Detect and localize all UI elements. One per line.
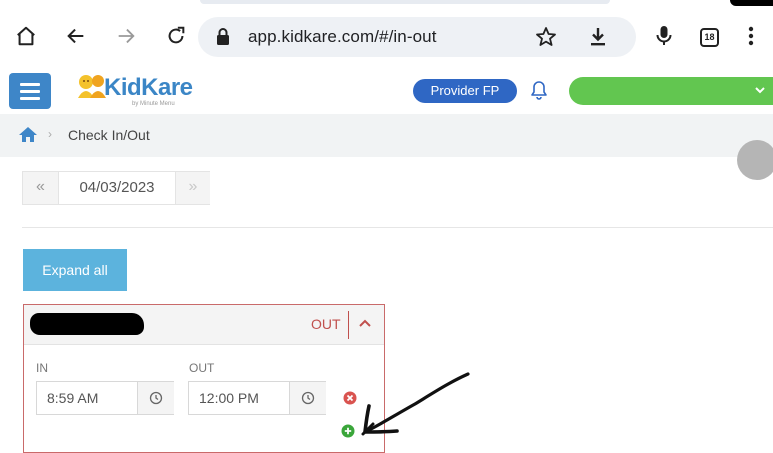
date-field[interactable]: 04/03/2023: [59, 172, 175, 204]
logo-subtext: by Minute Menu: [132, 101, 175, 107]
clock-icon[interactable]: [289, 382, 326, 414]
status-badge: OUT: [311, 316, 341, 332]
mic-icon[interactable]: [646, 18, 682, 54]
status-corner: [730, 0, 773, 6]
chevron-down-icon: [753, 83, 767, 102]
home-icon[interactable]: [18, 126, 38, 148]
logo-wordmark: KidKare: [104, 74, 193, 101]
child-checkin-card: OUT IN 8:59 AM OUT 12:00 PM: [23, 304, 385, 453]
provider-button[interactable]: Provider FP: [413, 79, 517, 103]
out-time-field[interactable]: 12:00 PM: [188, 381, 326, 415]
kidkare-logo[interactable]: KidKare by Minute Menu: [74, 70, 214, 112]
lock-icon: [216, 28, 230, 51]
menu-dots-icon[interactable]: [733, 18, 769, 54]
tab-switcher-button[interactable]: 18: [700, 28, 719, 47]
app-header: KidKare by Minute Menu Provider FP: [0, 70, 773, 114]
home-icon[interactable]: [8, 18, 44, 54]
bell-icon[interactable]: [530, 80, 548, 105]
redacted-child-name: [30, 313, 144, 335]
expand-all-button[interactable]: Expand all: [23, 249, 127, 291]
clock-icon[interactable]: [137, 382, 174, 414]
date-navigator: « 04/03/2023 »: [22, 171, 210, 205]
annotation-arrow: [361, 372, 470, 436]
chevron-up-icon[interactable]: [356, 315, 374, 338]
out-time-value[interactable]: 12:00 PM: [189, 382, 289, 414]
url-text: app.kidkare.com/#/in-out: [248, 27, 437, 46]
in-time-label: IN: [36, 361, 48, 375]
menu-button[interactable]: [9, 73, 51, 109]
address-bar[interactable]: app.kidkare.com/#/in-out: [198, 17, 636, 57]
next-date-button[interactable]: »: [175, 172, 210, 204]
forward-arrow-icon[interactable]: [108, 18, 144, 54]
floating-action-button[interactable]: [737, 140, 773, 180]
add-circle-icon[interactable]: [341, 424, 355, 443]
card-header[interactable]: OUT: [24, 305, 384, 345]
previous-date-button[interactable]: «: [23, 172, 59, 204]
in-time-value[interactable]: 8:59 AM: [37, 382, 137, 414]
star-icon[interactable]: [534, 25, 558, 54]
status-bar-shape: [200, 0, 610, 4]
account-selector[interactable]: [569, 77, 773, 105]
breadcrumb: › Check In/Out: [0, 114, 773, 157]
reload-icon[interactable]: [158, 18, 194, 54]
header-divider: [348, 311, 349, 339]
browser-toolbar: app.kidkare.com/#/in-out 18: [0, 8, 773, 70]
breadcrumb-separator: ›: [48, 127, 52, 141]
out-time-label: OUT: [189, 361, 215, 375]
download-icon[interactable]: [586, 25, 610, 54]
divider: [22, 227, 773, 228]
breadcrumb-current: Check In/Out: [68, 127, 150, 143]
back-arrow-icon[interactable]: [58, 18, 94, 54]
in-time-field[interactable]: 8:59 AM: [36, 381, 174, 415]
status-strip: [0, 0, 773, 8]
